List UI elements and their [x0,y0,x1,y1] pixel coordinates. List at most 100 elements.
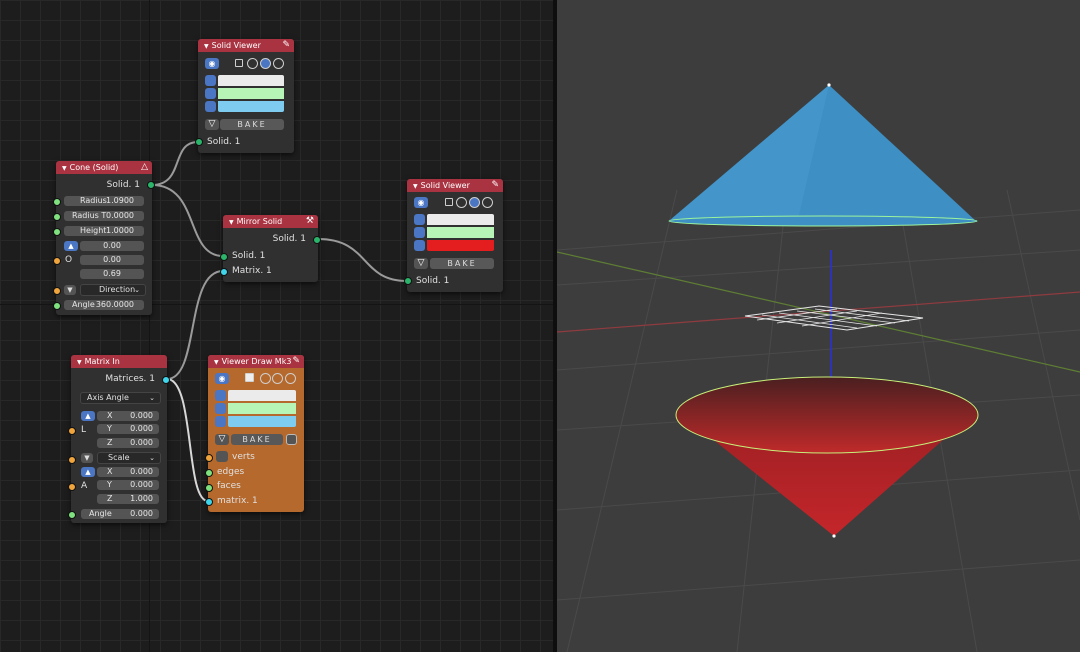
face-icon[interactable] [414,240,425,251]
node-header[interactable]: ▼ Mirror Solid ⚒ [223,215,318,228]
direction-select[interactable]: Direction ⌄ [80,284,146,296]
bake-button[interactable]: BAKE [220,119,284,130]
shading-icons[interactable] [260,373,271,384]
bake-button[interactable]: BAKE [231,434,283,445]
input-socket-angle[interactable] [68,511,76,519]
viewer-draw-node[interactable]: ▼ Viewer Draw Mk3 ✎ ◉ ▽ BAKE verts edges f… [205,355,304,512]
edge-icon[interactable] [205,88,216,99]
angle-field[interactable]: Angle 0.000 [81,509,159,519]
red-cone-apex-vertex [832,534,836,538]
triangle-icon[interactable]: ▽ [215,434,229,445]
input-socket-origin[interactable] [53,257,61,265]
face-icon[interactable] [205,101,216,112]
face-color-swatch[interactable] [218,101,284,112]
location-x-field[interactable]: X 0.000 [97,411,159,421]
input-socket-edges[interactable] [205,469,213,477]
output-socket-solid[interactable] [313,236,321,244]
face-color-swatch[interactable] [427,240,494,251]
input-socket-radius-t[interactable] [53,213,61,221]
radius-t-field[interactable]: Radius T 0.0000 [64,211,144,221]
shading-icons[interactable] [273,58,284,69]
cone-solid-node[interactable]: ▼ Cone (Solid) △ Solid. 1 Radius 1.0900 Rad… [53,161,155,315]
vertex-icon[interactable] [414,214,425,225]
shading-icons[interactable] [456,197,467,208]
shading-icons[interactable] [469,197,480,208]
shading-icons[interactable] [245,373,254,382]
scale-select[interactable]: Scale ⌄ [97,452,161,464]
triangle-icon[interactable]: ▽ [205,119,219,130]
edge-color-swatch[interactable] [427,227,494,238]
node-header[interactable]: ▼ Solid Viewer ✎ [407,179,503,192]
origin-y-field[interactable]: 0.00 [80,255,144,265]
axis-toggle-button[interactable]: ▲ [81,467,95,477]
eye-icon[interactable]: ◉ [215,373,229,384]
input-socket-axis[interactable] [68,483,76,491]
input-socket-angle[interactable] [53,302,61,310]
shading-icons[interactable] [272,373,283,384]
scale-toggle-button[interactable]: ▼ [81,453,93,463]
output-socket-matrices[interactable] [162,376,170,384]
direction-toggle-button[interactable]: ▼ [64,285,76,295]
shading-icons[interactable] [445,198,453,206]
vertex-icon[interactable] [216,451,228,462]
input-socket-solid[interactable] [195,138,203,146]
location-toggle-button[interactable]: ▲ [81,411,95,421]
input-socket-solid[interactable] [404,277,412,285]
axis-x-field[interactable]: X 0.000 [97,467,159,477]
mirror-solid-node[interactable]: ▼ Mirror Solid ⚒ Solid. 1 Solid. 1 Matrix.… [220,215,321,282]
output-socket-solid[interactable] [147,181,155,189]
node-header[interactable]: ▼ Matrix In [71,355,167,368]
node-header[interactable]: ▼ Cone (Solid) △ [56,161,152,174]
shading-icons[interactable] [247,58,258,69]
extra-options-button[interactable] [286,434,297,445]
input-socket-height[interactable] [53,228,61,236]
origin-toggle-button[interactable]: ▲ [64,241,78,251]
face-color-swatch[interactable] [228,416,296,427]
vertex-icon[interactable] [205,75,216,86]
origin-x-field[interactable]: 0.00 [80,241,144,251]
shading-icons[interactable] [235,59,243,67]
origin-z-field[interactable]: 0.69 [80,269,144,279]
shading-icons[interactable] [482,197,493,208]
location-z-field[interactable]: Z 0.000 [97,438,159,448]
input-socket-location[interactable] [68,427,76,435]
shading-icons[interactable] [285,373,296,384]
vertex-color-swatch[interactable] [228,390,296,401]
input-socket-solid[interactable] [220,253,228,261]
edge-color-swatch[interactable] [218,88,284,99]
edge-icon[interactable] [414,227,425,238]
location-y-field[interactable]: Y 0.000 [97,424,159,434]
node-header[interactable]: ▼ Solid Viewer ✎ [198,39,294,52]
input-socket-radius[interactable] [53,198,61,206]
input-socket-matrix[interactable] [205,498,213,506]
mode-select[interactable]: Axis Angle ⌄ [80,392,161,404]
solid-viewer-node-top[interactable]: ▼ Solid Viewer ✎ ◉ ▽ BAKE Solid. 1 [195,39,294,153]
triangle-icon[interactable]: ▽ [414,258,428,269]
bake-button[interactable]: BAKE [430,258,494,269]
matrix-in-node[interactable]: ▼ Matrix In Matrices. 1 Axis Angle ⌄ ▲ X 0.… [68,355,170,523]
radius-field[interactable]: Radius 1.0900 [64,196,144,206]
edge-icon[interactable] [215,403,226,414]
solid-viewer-node-right[interactable]: ▼ Solid Viewer ✎ ◉ ▽ BAKE Solid. 1 [404,179,503,292]
input-socket-scale[interactable] [68,456,76,464]
face-icon[interactable] [215,416,226,427]
height-field[interactable]: Height 1.0000 [64,226,144,236]
axis-z-field[interactable]: Z 1.000 [97,494,159,504]
input-socket-faces[interactable] [205,484,213,492]
vertex-icon[interactable] [215,390,226,401]
vertex-color-swatch[interactable] [218,75,284,86]
3d-viewport[interactable] [557,0,1080,652]
input-socket-direction[interactable] [53,287,61,295]
eye-icon[interactable]: ◉ [414,197,428,208]
input-socket-matrix[interactable] [220,268,228,276]
edge-color-swatch[interactable] [228,403,296,414]
input-label-solid: Solid. 1 [232,251,266,261]
shading-icons[interactable] [260,58,271,69]
input-socket-verts[interactable] [205,454,213,462]
vertex-color-swatch[interactable] [427,214,494,225]
axis-y-field[interactable]: Y 0.000 [97,480,159,490]
node-editor[interactable]: ▼ Solid Viewer ✎ ◉ ▽ BAKE Solid. 1 ▼ Cone (… [0,0,553,652]
angle-field[interactable]: Angle 360.0000 [64,300,144,310]
node-header[interactable]: ▼ Viewer Draw Mk3 ✎ [208,355,304,368]
eye-icon[interactable]: ◉ [205,58,219,69]
